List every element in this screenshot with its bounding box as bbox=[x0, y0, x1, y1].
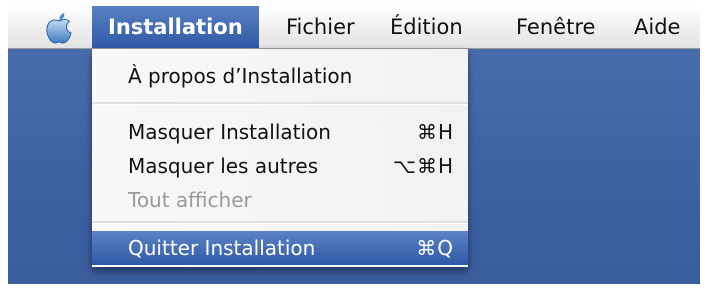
installation-dropdown-menu: À propos d’Installation Masquer Installa… bbox=[92, 49, 468, 267]
screen: Installation Fichier Édition Fenêtre Aid… bbox=[8, 6, 700, 284]
menu-edition[interactable]: Édition bbox=[390, 6, 463, 48]
menu-item-label: À propos d’Installation bbox=[128, 64, 353, 88]
menu-separator bbox=[92, 221, 468, 224]
menu-item-hide-installation[interactable]: Masquer Installation ⌘H bbox=[92, 115, 468, 149]
menu-item-label: Masquer Installation bbox=[128, 120, 331, 144]
menu-fenetre[interactable]: Fenêtre bbox=[516, 6, 595, 48]
menu-item-label: Quitter Installation bbox=[128, 236, 316, 260]
menu-item-shortcut: ⌘H bbox=[416, 120, 454, 144]
menu-item-show-all: Tout afficher bbox=[92, 183, 468, 217]
menu-item-shortcut: ⌥⌘H bbox=[392, 154, 454, 178]
menu-item-label: Tout afficher bbox=[128, 188, 252, 212]
menu-bar: Installation Fichier Édition Fenêtre Aid… bbox=[8, 6, 700, 49]
menu-fichier[interactable]: Fichier bbox=[286, 6, 355, 48]
menu-item-shortcut: ⌘Q bbox=[416, 236, 454, 260]
menu-aide[interactable]: Aide bbox=[634, 6, 680, 48]
menu-separator bbox=[92, 102, 468, 105]
menu-item-about[interactable]: À propos d’Installation bbox=[92, 59, 468, 93]
menu-item-label: Masquer les autres bbox=[128, 154, 319, 178]
apple-logo-icon[interactable] bbox=[44, 10, 74, 44]
menu-installation[interactable]: Installation bbox=[92, 6, 259, 48]
menu-item-hide-others[interactable]: Masquer les autres ⌥⌘H bbox=[92, 149, 468, 183]
menu-item-quit-installation[interactable]: Quitter Installation ⌘Q bbox=[92, 231, 468, 265]
